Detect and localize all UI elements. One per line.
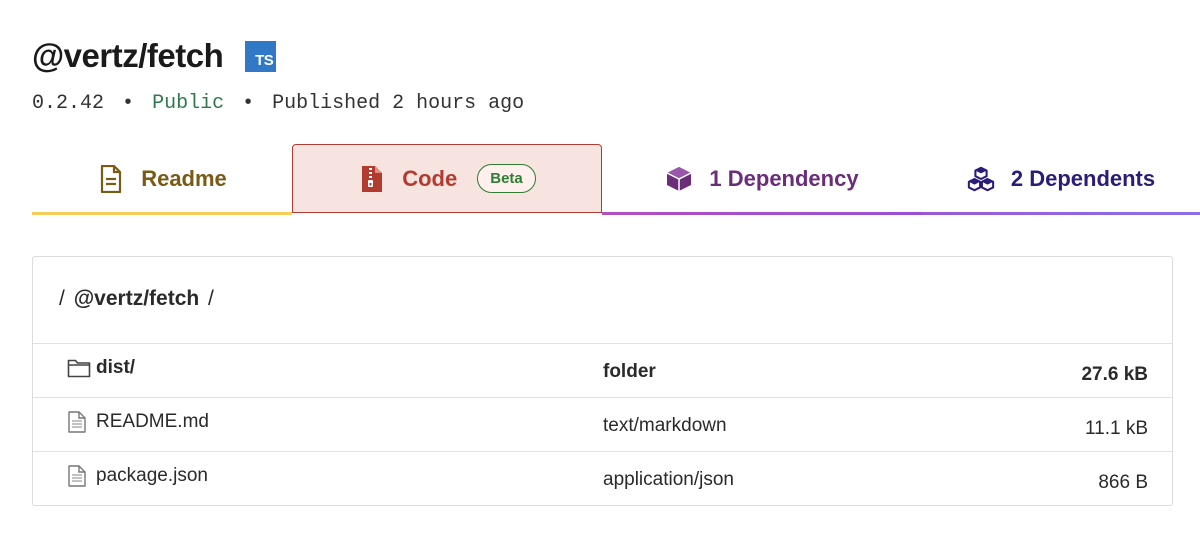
file-size: 866 B — [1098, 472, 1148, 493]
package-name: @vertz/fetch — [32, 37, 224, 74]
table-row[interactable]: package.json application/json 866 B — [33, 451, 1172, 505]
title-row: @vertz/fetch TS — [32, 34, 524, 78]
file-type: application/json — [603, 469, 734, 490]
package-version: 0.2.42 — [32, 92, 105, 115]
tab-code-label: Code — [402, 165, 458, 191]
tab-dependents[interactable]: 2 Dependents — [922, 144, 1200, 215]
file-name: package.json — [96, 465, 208, 486]
file-name: README.md — [96, 411, 209, 432]
tab-underline — [32, 212, 292, 215]
table-row[interactable]: README.md text/markdown 11.1 kB — [33, 397, 1172, 451]
beta-badge: Beta — [477, 164, 536, 193]
file-type: folder — [603, 361, 656, 382]
tab-code[interactable]: Code Beta — [292, 144, 602, 213]
folder-icon — [67, 357, 91, 379]
package-header: @vertz/fetch TS 0.2.42 • Public • Publis… — [32, 34, 524, 115]
meta-separator: • — [122, 92, 135, 115]
boxes-icon — [967, 165, 995, 193]
file-icon — [67, 411, 91, 433]
tab-underline — [602, 212, 922, 215]
file-icon — [67, 465, 91, 487]
file-browser: / @vertz/fetch / dist/ folder 27.6 kB RE… — [32, 256, 1173, 506]
zip-file-icon — [358, 165, 386, 193]
table-row[interactable]: dist/ folder 27.6 kB — [33, 343, 1172, 397]
breadcrumb-package-link[interactable]: @vertz/fetch — [71, 287, 203, 310]
published-time: Published 2 hours ago — [272, 92, 525, 115]
visibility-label: Public — [152, 92, 225, 115]
file-size: 27.6 kB — [1081, 364, 1148, 385]
tab-dependencies-label: 1 Dependency — [709, 165, 859, 191]
file-name-cell[interactable]: package.json — [67, 465, 208, 487]
breadcrumb: / @vertz/fetch / — [59, 287, 214, 311]
box-icon — [665, 165, 693, 193]
file-name: dist/ — [96, 357, 136, 378]
file-size: 11.1 kB — [1084, 418, 1148, 439]
file-list: dist/ folder 27.6 kB README.md text/mark… — [33, 343, 1172, 505]
file-name-cell[interactable]: README.md — [67, 411, 209, 433]
tab-readme[interactable]: Readme — [32, 144, 292, 215]
tab-underline — [922, 212, 1200, 215]
meta-separator: • — [242, 92, 255, 115]
package-tabs: Readme Code Beta 1 Dependency 2 Dependen… — [32, 144, 1200, 215]
document-icon — [97, 164, 125, 193]
file-type: text/markdown — [603, 415, 727, 436]
tab-readme-label: Readme — [141, 165, 227, 191]
typescript-badge-icon: TS — [245, 40, 277, 72]
file-name-cell[interactable]: dist/ — [67, 357, 135, 379]
package-meta: 0.2.42 • Public • Published 2 hours ago — [32, 92, 524, 115]
breadcrumb-separator: / — [208, 287, 214, 310]
tab-dependents-label: 2 Dependents — [1010, 165, 1156, 191]
tab-dependencies[interactable]: 1 Dependency — [602, 144, 922, 215]
breadcrumb-separator: / — [59, 287, 65, 310]
